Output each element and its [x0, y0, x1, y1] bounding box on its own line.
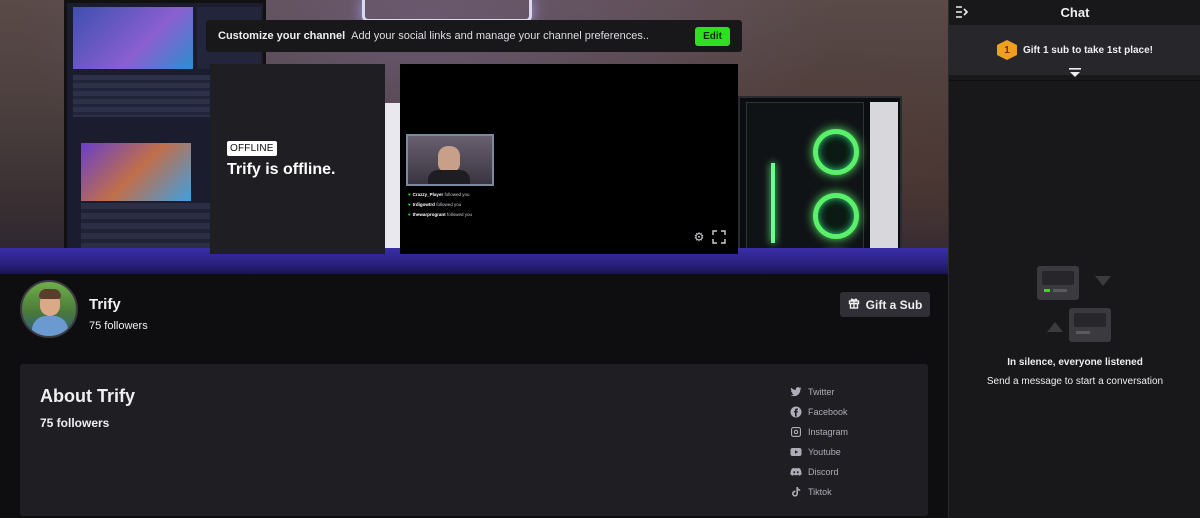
social-link-facebook[interactable]: Facebook [790, 402, 910, 422]
discord-icon [790, 466, 802, 478]
avatar-hair [39, 289, 61, 299]
social-label: Instagram [808, 427, 849, 437]
twitter-icon [790, 386, 802, 398]
pc-fan [813, 129, 859, 175]
avatar[interactable] [20, 280, 78, 338]
chat-header: Chat [949, 0, 1200, 25]
gift-icon [848, 297, 860, 312]
webcam-face [438, 146, 460, 172]
gift-banner-text: Gift 1 sub to take 1st place! [1022, 44, 1154, 56]
webcam-preview [406, 134, 494, 186]
chat-title: Chat [1060, 5, 1090, 20]
social-label: Youtube [808, 447, 841, 457]
social-label: Facebook [808, 407, 848, 417]
edit-button[interactable]: Edit [695, 26, 730, 46]
tiktok-icon [790, 486, 802, 498]
social-links: Twitter Facebook Instagram Youtube Disco… [790, 382, 910, 502]
channel-info: Trify 75 followers Gift a Sub About Trif… [0, 274, 948, 518]
empty-chat-subtitle: Send a message to start a conversation [986, 376, 1164, 387]
instagram-icon [790, 426, 802, 438]
channel-followers: 75 followers [89, 320, 148, 332]
feed-item: ♥ thewarprogrant followed you [408, 210, 472, 220]
pc-side [870, 102, 898, 272]
follow-feed: ♥ Crazzy_Player followed you ♥ trdigowtrd … [408, 190, 472, 220]
about-panel: About Trify 75 followers Twitter Faceboo… [20, 364, 928, 516]
monitor-screen-game-2 [81, 143, 191, 201]
social-link-twitter[interactable]: Twitter [790, 382, 910, 402]
social-link-tiktok[interactable]: Tiktok [790, 482, 910, 502]
empty-chat-title: In silence, everyone listened [1007, 357, 1143, 368]
gift-sub-label: Gift a Sub [865, 297, 923, 312]
feed-user: thewarprogrant [412, 212, 446, 217]
customize-channel-bar: Customize your channel Add your social l… [206, 20, 742, 52]
feed-text: followed you [436, 202, 462, 207]
pc-glass [746, 102, 864, 274]
collapse-icon[interactable] [955, 5, 969, 19]
social-label: Discord [808, 467, 839, 477]
about-followers: 75 followers [40, 416, 110, 430]
feed-text: followed you [444, 192, 470, 197]
customize-text: Add your social links and manage your ch… [351, 30, 649, 42]
facebook-icon [790, 406, 802, 418]
pc-led-strip [771, 163, 775, 243]
offline-text: Trify is offline. [227, 161, 336, 178]
gift-sub-button[interactable]: Gift a Sub [840, 292, 930, 317]
feed-user: Crazzy_Player [412, 192, 444, 197]
chevron-down-icon[interactable] [1068, 68, 1082, 80]
channel-name: Trify [89, 296, 121, 313]
offline-panel: OFFLINE Trify is offline. [210, 64, 385, 254]
settings-icon[interactable]: ⚙ [692, 230, 706, 244]
gift-badge-icon: 1 [996, 40, 1017, 60]
social-label: Twitter [808, 387, 835, 397]
heart-icon: ♥ [408, 202, 411, 207]
empty-chat-illustration [1033, 262, 1123, 346]
customize-title: Customize your channel [218, 30, 346, 42]
social-link-discord[interactable]: Discord [790, 462, 910, 482]
feed-user: trdigowtrd [412, 202, 435, 207]
pc-fan [813, 193, 859, 239]
about-title: About Trify [40, 386, 135, 406]
social-link-instagram[interactable]: Instagram [790, 422, 910, 442]
avatar-shirt [32, 316, 68, 336]
social-link-youtube[interactable]: Youtube [790, 442, 910, 462]
fullscreen-icon[interactable] [712, 230, 726, 244]
feed-item: ♥ Crazzy_Player followed you [408, 190, 472, 200]
offline-badge: OFFLINE [227, 141, 277, 156]
channel-banner: Customize your channel Add your social l… [0, 0, 948, 274]
chat-panel: Chat 1 Gift 1 sub to take 1st place! In … [948, 0, 1200, 518]
feed-text: followed you [446, 212, 472, 217]
monitor-screen-game [73, 7, 193, 69]
webcam-body [428, 170, 470, 184]
feed-item: ♥ trdigowtrd followed you [408, 200, 472, 210]
youtube-icon [790, 446, 802, 458]
neon-sign [362, 0, 532, 22]
heart-icon: ♥ [408, 212, 411, 217]
heart-icon: ♥ [408, 192, 411, 197]
channel-page: Customize your channel Add your social l… [0, 0, 1200, 518]
social-label: Tiktok [808, 487, 832, 497]
chat-divider [949, 80, 1200, 81]
video-player[interactable]: ♥ Crazzy_Player followed you ♥ trdigowtrd … [400, 64, 738, 254]
